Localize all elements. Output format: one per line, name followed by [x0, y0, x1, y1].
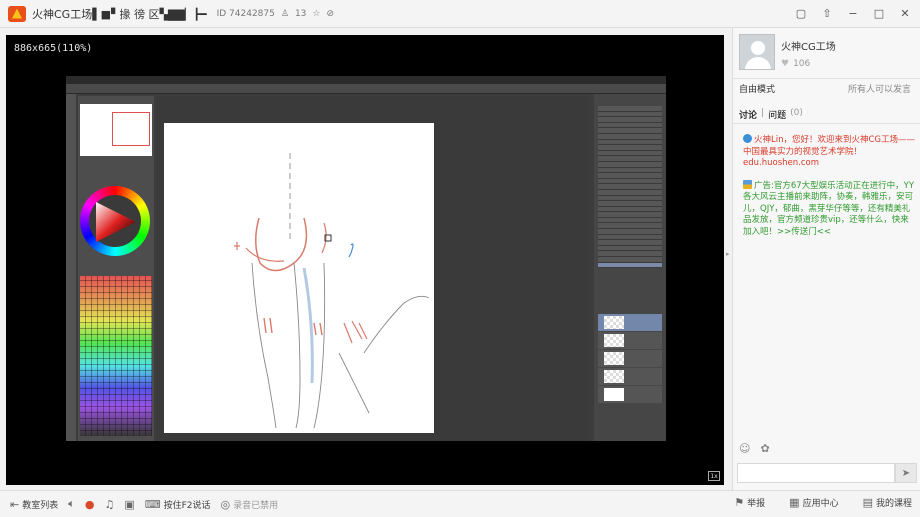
tab-discussion[interactable]: 讨论: [739, 108, 757, 123]
window-controls: ▢ ⇧ − □ ✕: [792, 4, 914, 22]
viewer-icon: ♙: [280, 8, 289, 19]
ps-navigator: [80, 104, 152, 156]
music-icon: ♫: [104, 497, 115, 511]
recording-status: ◎ 录音已禁用: [220, 497, 279, 511]
send-button[interactable]: ➤: [895, 463, 917, 483]
ps-canvas: [164, 123, 434, 433]
ps-options-bar: [66, 84, 666, 94]
report-icon: ⚑: [734, 496, 745, 509]
mode-bar: 自由模式 所有人可以发言: [733, 78, 920, 95]
emoji-icon[interactable]: ☺: [739, 442, 750, 455]
sketch-drawing: [234, 153, 430, 429]
close-button[interactable]: ✕: [896, 4, 914, 22]
app-center-button[interactable]: ▦ 应用中心: [789, 496, 838, 509]
app-logo-icon: [8, 5, 26, 22]
host-name: 火神CG工场: [781, 42, 836, 53]
ps-menubar: [66, 76, 666, 84]
color-wheel: [80, 186, 150, 256]
input-toolbar: ☺ ✿: [739, 442, 770, 455]
ps-toolbox: [66, 94, 76, 441]
status-bar: ⇤ 教室列表 🔈︎ ● ♫ ▣ ⌨ 按住F2说话 ◎ 录音已禁用 ⚑ 举报 ▦ …: [0, 490, 920, 517]
home-button[interactable]: ⇧: [818, 4, 836, 22]
keyboard-icon: ⌨: [144, 497, 161, 511]
chat-sidebar: 火神CG工场 ♥ 106 自由模式 所有人可以发言 讨论 | 问题 (0) 火神…: [732, 28, 920, 490]
shared-photoshop-screen: [66, 76, 666, 441]
mic-icon: ●: [84, 497, 95, 511]
record-icon: ◎: [220, 497, 231, 511]
apps-icon: ▦: [789, 496, 800, 509]
minimize-button[interactable]: −: [844, 4, 862, 22]
book-icon: ▤: [862, 496, 873, 509]
viewer-count: 13: [294, 8, 307, 19]
chat-message: 广告:官方67大型娱乐活动正在进行中，YY各大风云主播前来助阵，协奏，韩雅乐，安…: [743, 179, 915, 237]
music-button[interactable]: ♫: [104, 498, 114, 511]
chat-message: 火神Lin，您好！欢迎来到火神CG工场——中国最具实力的视觉艺术学院！edu.h…: [743, 134, 916, 168]
title-bar: 火神CG工场▌■▘掾 徬 区▚▇▇▏┣━ ID 74242875 ♙ 13 ☆ …: [0, 0, 920, 28]
star-icon[interactable]: ☆: [312, 9, 320, 19]
flower-icon[interactable]: ✿: [760, 442, 769, 455]
statusbar-right: ⚑ 举报 ▦ 应用中心 ▤ 我的课程: [724, 496, 912, 509]
questions-count: (0): [790, 108, 803, 118]
permission-label: 所有人可以发言: [847, 85, 911, 95]
tab-separator: |: [761, 108, 765, 118]
room-meta: ID 74242875 ♙ 13 ☆ ⊘: [217, 9, 334, 19]
like-count: 106: [793, 59, 811, 69]
info-icon: [743, 134, 752, 143]
mode-label: 自由模式: [739, 85, 776, 95]
ps-history-list: [598, 106, 662, 269]
settings-icon[interactable]: ⊘: [326, 9, 334, 19]
report-button[interactable]: ⚑ 举报: [734, 496, 765, 509]
video-stream[interactable]: 886x665(110%) 1x: [6, 35, 724, 485]
press-to-talk-button[interactable]: ⌨ 按住F2说话: [145, 498, 211, 511]
tab-questions[interactable]: 问题: [768, 108, 786, 123]
room-id: ID 74242875: [216, 8, 275, 19]
exit-icon: ⇤: [10, 497, 20, 511]
heart-icon[interactable]: ♥: [781, 59, 789, 69]
likes: ♥ 106: [781, 59, 810, 69]
chat-messages: 火神Lin，您好！欢迎来到火神CG工场——中国最具实力的视觉艺术学院！edu.h…: [743, 134, 915, 248]
window-title: 火神CG工场▌■▘掾 徬 区▚▇▇▏┣━: [32, 7, 207, 21]
ps-right-panels: [594, 94, 666, 441]
ps-layers-list: [598, 314, 662, 404]
my-courses-button[interactable]: ▤ 我的课程: [863, 496, 912, 509]
color-swatches: [80, 276, 152, 436]
notes-icon: ▣: [124, 497, 135, 511]
resolution-label: 886x665(110%): [14, 43, 93, 54]
notes-button[interactable]: ▣: [124, 498, 134, 511]
skin-button[interactable]: ▢: [792, 4, 810, 22]
chat-input[interactable]: [737, 463, 895, 483]
ad-icon: [743, 179, 752, 189]
ps-left-panel: [78, 96, 154, 441]
fullscreen-button[interactable]: 1x: [708, 471, 720, 481]
maximize-button[interactable]: □: [870, 4, 888, 22]
mic-button[interactable]: ●: [85, 498, 95, 511]
speaker-icon: 🔈︎: [68, 497, 75, 510]
host-avatar[interactable]: [739, 34, 775, 70]
speaker-button[interactable]: 🔈︎: [68, 497, 75, 511]
chat-tabs: 讨论 | 问题 (0): [733, 108, 920, 124]
course-list-button[interactable]: ⇤ 教室列表: [10, 498, 58, 511]
